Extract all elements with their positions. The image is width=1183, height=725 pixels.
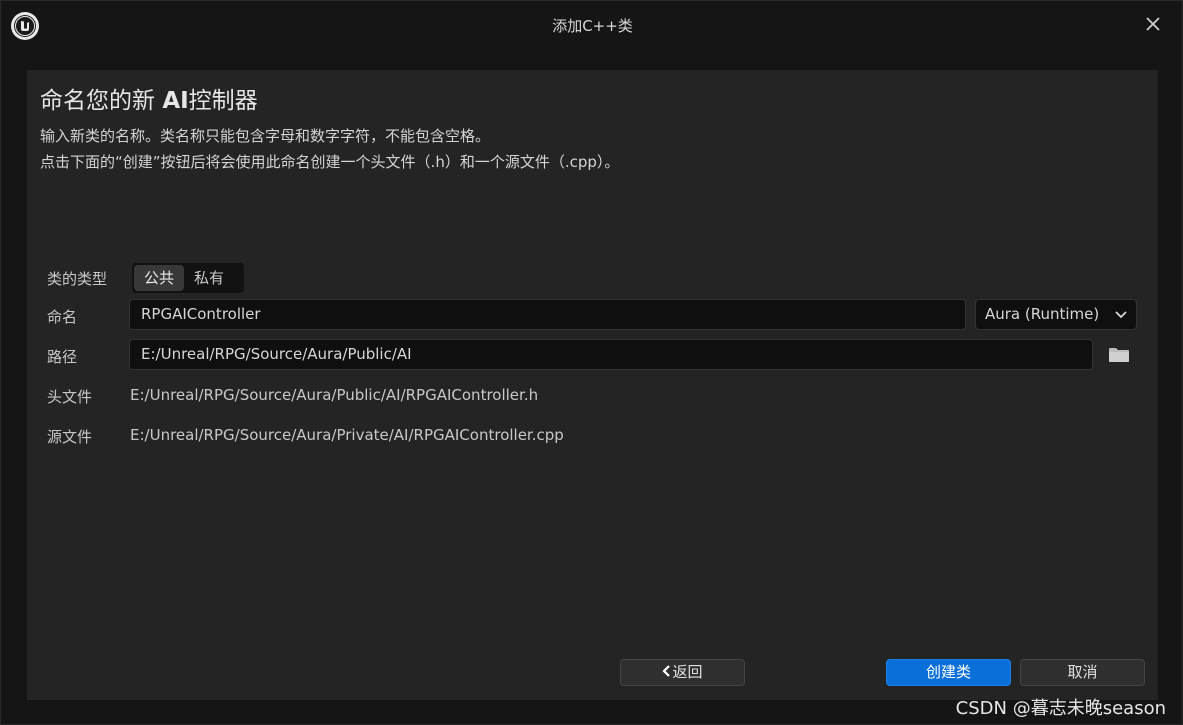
- close-icon: [1145, 16, 1161, 36]
- window-title: 添加C++类: [552, 17, 633, 35]
- browse-folder-button[interactable]: [1108, 347, 1130, 363]
- add-cpp-class-dialog: 添加C++类 命名您的新 AI控制器 输入新类的名称。类名称只能包含字母和数字字…: [0, 0, 1183, 725]
- name-label: 命名: [47, 308, 78, 326]
- source-file-label: 源文件: [47, 428, 93, 446]
- path-input[interactable]: E:/Unreal/RPG/Source/Aura/Public/AI: [129, 339, 1093, 370]
- header-file-path: E:/Unreal/RPG/Source/Aura/Public/AI/RPGA…: [130, 386, 539, 404]
- module-select[interactable]: Aura (Runtime): [975, 299, 1137, 330]
- description-line-2: 点击下面的“创建”按钮后将会使用此命名创建一个头文件（.h）和一个源文件（.cp…: [40, 153, 620, 171]
- class-type-toggle: 公共 私有: [132, 263, 244, 293]
- back-button-label: 返回: [672, 663, 703, 681]
- close-button[interactable]: [1142, 15, 1164, 37]
- class-type-public-option[interactable]: 公共: [134, 265, 185, 291]
- content-panel: 命名您的新 AI控制器 输入新类的名称。类名称只能包含字母和数字字符，不能包含空…: [27, 70, 1158, 700]
- class-type-label: 类的类型: [47, 270, 108, 288]
- title-bar: 添加C++类: [1, 1, 1183, 51]
- description-line-1: 输入新类的名称。类名称只能包含字母和数字字符，不能包含空格。: [40, 127, 491, 145]
- class-name-input[interactable]: RPGAIController: [129, 299, 966, 330]
- create-class-button[interactable]: 创建类: [886, 659, 1011, 686]
- source-file-path: E:/Unreal/RPG/Source/Aura/Private/AI/RPG…: [130, 426, 564, 444]
- page-title: 命名您的新 AI控制器: [40, 88, 258, 114]
- folder-icon: [1108, 348, 1130, 367]
- watermark: CSDN @暮志未晚season: [955, 698, 1166, 719]
- path-label: 路径: [47, 348, 78, 366]
- chevron-down-icon: [1115, 300, 1127, 329]
- chevron-left-icon: [662, 660, 671, 685]
- class-type-private-option[interactable]: 私有: [184, 265, 234, 291]
- cancel-button[interactable]: 取消: [1020, 659, 1145, 686]
- module-select-value: Aura (Runtime): [985, 305, 1100, 323]
- header-file-label: 头文件: [47, 388, 93, 406]
- back-button[interactable]: 返回: [620, 659, 745, 686]
